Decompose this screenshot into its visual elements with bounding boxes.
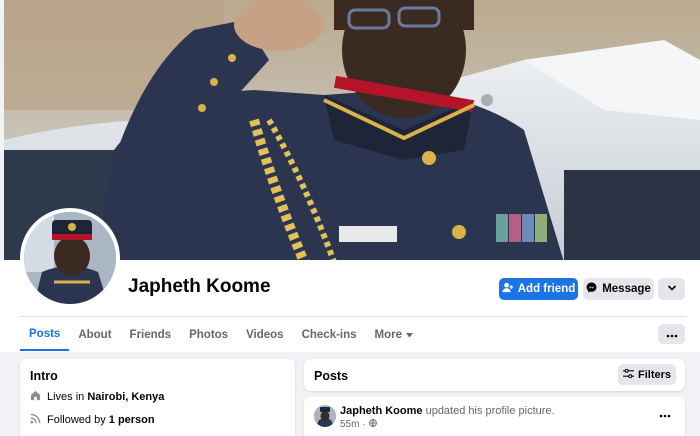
filters-icon [623,368,634,381]
message-button[interactable]: Message [583,278,654,300]
home-icon [30,390,41,404]
meta-separator: · [362,419,366,430]
message-label: Message [602,283,651,295]
post-card: Japheth Koome updated his profile pictur… [304,397,685,436]
intro-lives-in: Lives in Nairobi, Kenya [30,390,164,404]
ellipsis-icon [666,327,678,341]
post-author-avatar[interactable] [314,405,336,427]
lives-place[interactable]: Nairobi, Kenya [87,391,164,403]
ellipsis-icon [659,407,671,421]
followed-prefix: Followed by [47,414,106,426]
add-friend-label: Add friend [517,283,576,295]
post-options-button[interactable] [659,407,671,421]
more-actions-button[interactable] [658,278,685,300]
filters-button[interactable]: Filters [618,364,676,385]
posts-header-card: Posts Filters [304,359,685,391]
tab-more-label: More [374,328,403,341]
rss-icon [30,413,41,427]
add-friend-button[interactable]: Add friend [499,278,578,300]
post-timestamp[interactable]: 55m [340,419,359,430]
profile-name: Japheth Koome [128,276,271,297]
tab-check-ins[interactable]: Check-ins [293,318,366,351]
post-meta: 55m · [340,419,377,430]
posts-title: Posts [314,369,349,383]
tab-more[interactable]: More [366,318,422,351]
filters-label: Filters [637,368,671,381]
followed-count[interactable]: 1 person [109,414,155,426]
globe-icon [368,419,377,430]
intro-followed-by: Followed by 1 person [30,413,155,427]
post-author-name[interactable]: Japheth Koome [340,405,423,417]
add-person-icon [502,282,514,296]
header-divider [20,316,686,317]
tab-friends[interactable]: Friends [121,318,181,351]
tab-about[interactable]: About [69,318,120,351]
post-headline: Japheth Koome updated his profile pictur… [340,405,555,417]
chevron-down-icon [667,283,677,295]
intro-card: Intro Lives in Nairobi, Kenya Followed b… [20,359,295,436]
tab-videos[interactable]: Videos [237,318,293,351]
lives-prefix: Lives in [47,391,85,403]
messenger-icon [586,282,597,296]
profile-avatar[interactable] [20,208,120,308]
caret-down-icon [406,329,414,341]
cover-photo[interactable] [4,0,700,262]
tab-posts[interactable]: Posts [20,318,70,351]
profile-tabs: Posts About Friends Photos Videos Check-… [20,318,422,352]
tab-photos[interactable]: Photos [180,318,237,351]
post-action-text: updated his profile picture. [425,405,555,417]
intro-title: Intro [30,369,58,383]
tabs-overflow-button[interactable] [658,324,685,344]
